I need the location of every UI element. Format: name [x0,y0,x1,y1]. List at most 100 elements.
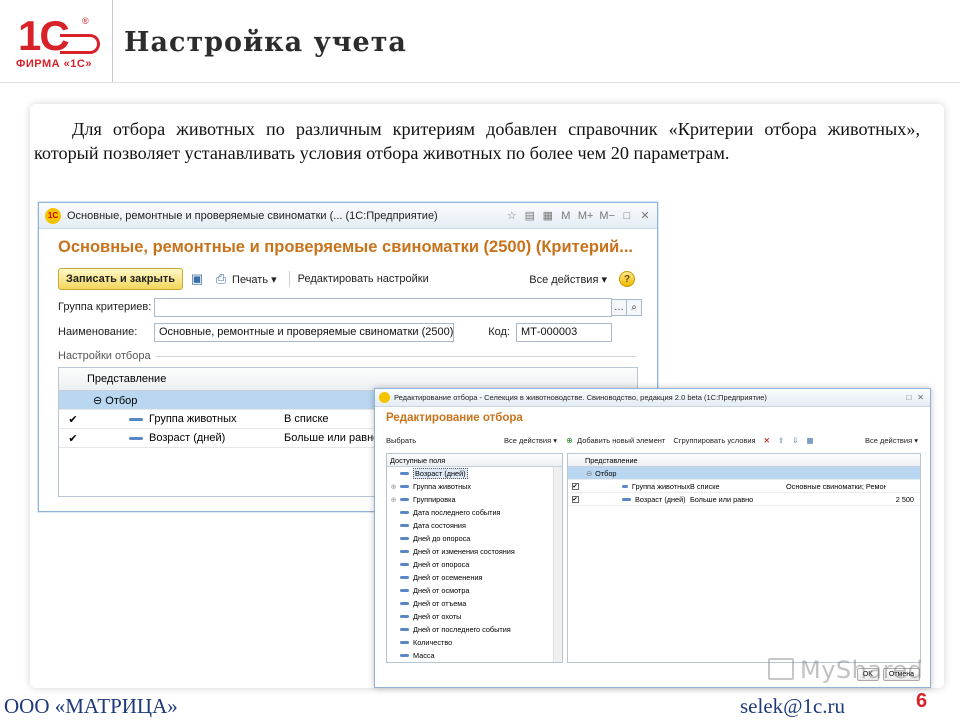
code-field[interactable]: МТ-000003 [516,322,612,342]
field-icon [622,484,628,488]
filter-field-name: Группа животных [582,482,690,491]
collapse-icon[interactable]: ⊖ [586,469,592,478]
checkmark-icon[interactable]: ✔ [571,482,579,490]
toolbar-separator [288,271,290,287]
available-field-item[interactable]: ⊕ Группировка [387,493,562,506]
document-icon[interactable]: ▤ [524,209,536,222]
move-up-icon[interactable]: ⇧ [778,436,784,445]
window-titlebar[interactable]: Редактирование отбора - Селекция в живот… [375,389,930,407]
checkmark-icon[interactable]: ✔ [59,432,87,445]
expand-icon[interactable]: ⊕ [387,496,400,504]
memory-mminus-button[interactable]: M− [599,210,615,222]
available-field-item[interactable]: Дней от осмотра [387,584,562,597]
save-icon[interactable]: ▣ [189,271,205,287]
code-label: Код: [488,326,510,338]
add-icon: ⊕ [566,435,573,445]
filter-row[interactable]: ⊖ Отбор [568,467,920,480]
available-field-item[interactable]: Дней от последнего события [387,623,562,636]
collapse-icon[interactable]: ⊖ [93,395,102,407]
close-icon[interactable]: ✕ [917,393,924,402]
filter-field-label: Группа животных [631,481,690,491]
slide-title: Настройка учета [124,27,407,58]
maximize-icon[interactable]: □ [906,393,911,402]
available-field-label: Дней до опороса [413,534,471,543]
available-field-item[interactable]: Дней от охоты [387,610,562,623]
star-icon[interactable]: ☆ [506,209,518,222]
window-title: Основные, ремонтные и проверяемые свином… [67,209,438,222]
memory-mplus-button[interactable]: M+ [578,210,594,222]
checkmark-icon[interactable]: ✔ [571,495,579,503]
available-field-item[interactable]: ⊕ Группа животных [387,480,562,493]
available-field-item[interactable]: Дней от опороса [387,558,562,571]
available-field-label: Дней от охоты [413,612,462,621]
expand-icon[interactable]: ⊕ [387,483,400,491]
available-field-label: Дней от изменения состояния [413,547,515,556]
search-icon[interactable]: ⌕ [627,298,642,316]
add-element-button[interactable]: ⊕ Добавить новый элемент [565,436,665,445]
window-tools: ☆ ▤ ▦ M M+ M− □ ✕ [506,209,651,223]
checkmark-icon[interactable]: ✔ [59,413,87,426]
available-field-item[interactable]: Количество [387,636,562,649]
scrollbar[interactable] [553,467,562,662]
logo-swoosh [60,34,100,54]
checkbox[interactable]: ✔ [568,495,582,503]
help-icon[interactable]: ? [619,271,635,287]
name-field[interactable]: Основные, ремонтные и проверяемые свином… [154,322,454,342]
field-icon [129,436,143,440]
available-field-label: Возраст (дней) [413,468,468,479]
window-titlebar[interactable]: 1С Основные, ремонтные и проверяемые сви… [39,203,657,229]
field-icon [400,498,409,501]
all-actions-left-menu[interactable]: Все действия ▾ [504,436,557,445]
filter-row[interactable]: ✔ Группа животных В списке Основные свинома… [568,480,920,493]
delete-icon[interactable]: ✕ [764,436,770,445]
all-actions-label: Все действия [529,273,599,286]
available-field-item[interactable]: Масса [387,649,562,662]
maximize-icon[interactable]: □ [621,210,633,222]
settings-grid-icon[interactable]: ▦ [807,436,814,445]
move-down-icon[interactable]: ⇩ [792,436,798,445]
print-menu[interactable]: Печать ▾ [232,273,277,286]
available-field-item[interactable]: Дата состояния [387,519,562,532]
calendar-icon[interactable]: ▦ [542,209,554,222]
available-field-label: Дней от осмотра [413,586,470,595]
field-icon [400,641,409,644]
print-label: Печать [232,273,269,286]
available-field-item[interactable]: Дата последнего события [387,506,562,519]
available-field-item[interactable]: Дней от изменения состояния [387,545,562,558]
save-and-close-button[interactable]: Записать и закрыть [58,268,184,290]
firm-1c-logo: 1С ® ФИРМА «1С» [10,8,110,78]
available-field-item[interactable]: Возраст (дней) [387,467,562,480]
logo-text: ФИРМА «1С» [16,58,92,70]
memory-m-button[interactable]: M [560,210,572,222]
all-actions-right-menu[interactable]: Все действия ▾ [865,436,918,445]
field-icon [400,589,409,592]
select-button[interactable]: Выбрать [386,436,496,445]
available-field-item[interactable]: Дней до опороса [387,532,562,545]
field-icon [400,550,409,553]
filter-settings-label: Настройки отбора [58,350,151,362]
filter-value: Основные свиноматки; Ремон... [786,481,886,491]
filter-field-name: ⊖ Отбор [582,469,690,478]
close-icon[interactable]: ✕ [639,209,651,222]
available-field-label: Дней от отъема [413,599,467,608]
group-conditions-button[interactable]: Сгруппировать условия [673,436,755,445]
name-row: Наименование: Основные, ремонтные и пров… [58,322,612,342]
grid-cell-name: Возраст (дней) [87,432,284,444]
filter-conditions-panel: Представление ⊖ Отбор ✔ Группа животных В сп… [567,453,921,663]
available-field-item[interactable]: Дней от осеменения [387,571,562,584]
edit-settings-button[interactable]: Редактировать настройки [298,273,429,285]
available-field-label: Количество [413,638,453,647]
all-actions-menu[interactable]: Все действия ▾ [529,273,607,286]
registered-mark: ® [82,16,89,26]
field-icon [400,485,409,488]
checkbox[interactable]: ✔ [568,482,582,490]
app-1c-icon [379,392,390,403]
available-field-item[interactable]: Дней от отъема [387,597,562,610]
title-rule [0,82,960,83]
filter-row[interactable]: ✔ Возраст (дней) Больше или равно 2 500 [568,493,920,506]
footer-email[interactable]: selek@1c.ru [740,694,845,719]
criteria-group-field[interactable] [154,297,612,317]
available-fields-header: Доступные поля [387,454,562,467]
select-ellipsis-button[interactable]: … [612,298,627,316]
footer-organization: ООО «МАТРИЦА» [4,694,178,718]
